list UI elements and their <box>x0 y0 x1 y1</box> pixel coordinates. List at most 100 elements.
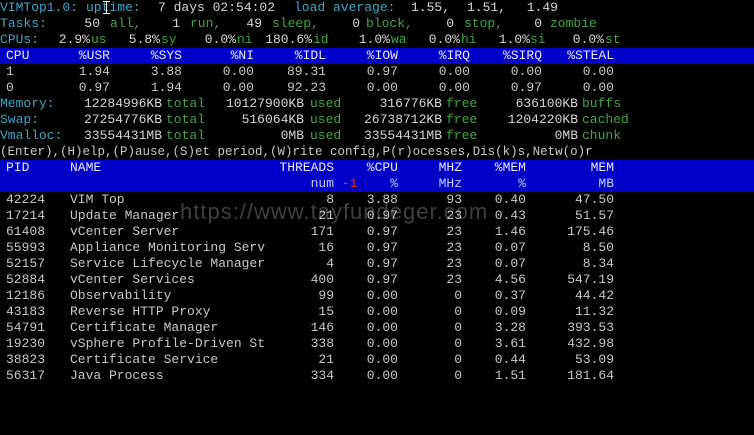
process-mem: 181.64 <box>567 368 614 383</box>
process-threads: 16 <box>318 240 334 255</box>
mhz-col-header[interactable]: MHZ <box>412 160 462 176</box>
process-threads: 146 <box>310 320 334 335</box>
sys-col-header: %SYS <box>150 48 182 63</box>
process-pid: 54791 <box>6 320 46 335</box>
memory-total: 12284996KB <box>83 96 162 111</box>
process-name: Appliance Monitoring Serv <box>70 240 266 255</box>
memory-used: 10127900KB <box>225 96 304 111</box>
process-mem-pct: 0.09 <box>494 304 526 319</box>
cpu-st-value: 0.0% <box>572 32 604 47</box>
mhz-unit: MHz <box>438 176 462 191</box>
process-row[interactable]: 52884 vCenter Services 400 0.97 23 4.56 547.19 <box>0 272 754 288</box>
process-row[interactable]: 54791 Certificate Manager 146 0.00 0 3.28 393.… <box>0 320 754 336</box>
cpu-ni: 0.00 <box>222 64 254 79</box>
cpu-col-header: CPU <box>6 48 30 63</box>
process-name: Java Process <box>70 368 164 383</box>
process-mem-pct: 4.56 <box>494 272 526 287</box>
memory-line: Memory: 12284996KB total 10127900KB used… <box>0 96 754 112</box>
process-row[interactable]: 38823 Certificate Service 21 0.00 0 0.44 53.09 <box>0 352 754 368</box>
tasks-all-count: 50 <box>84 16 100 31</box>
process-mem: 51.57 <box>574 208 614 223</box>
process-cpu: 0.00 <box>366 336 398 351</box>
process-mem-pct: 0.37 <box>494 288 526 303</box>
memory-total-label: total <box>166 96 206 111</box>
memory-free-label: free <box>446 96 478 111</box>
swap-total-label: total <box>166 112 206 127</box>
process-cpu: 0.00 <box>366 288 398 303</box>
cpu-col-header[interactable]: %CPU <box>348 160 398 176</box>
load-average-15: 1.49 <box>526 0 558 15</box>
mem-unit: MB <box>598 176 614 191</box>
process-mem: 44.42 <box>574 288 614 303</box>
process-mem-pct: 1.51 <box>494 368 526 383</box>
process-row[interactable]: 12186 Observability 99 0.00 0 0.37 44.42 <box>0 288 754 304</box>
load-average-label: load average: <box>294 0 396 15</box>
process-row[interactable]: 52157 Service Lifecycle Manager 4 0.97 23 0.0… <box>0 256 754 272</box>
cpu-id-label: id <box>313 32 329 47</box>
cpu-usr: 0.97 <box>78 80 110 95</box>
summary-uptime-line: VIMTop1.0: uptime: 7 days 02:54:02 load … <box>0 0 754 16</box>
mem-pct-col-header[interactable]: %MEM <box>476 160 526 176</box>
process-mem-pct: 0.07 <box>494 256 526 271</box>
process-row[interactable]: 56317 Java Process 334 0.00 0 1.51 181.64 <box>0 368 754 384</box>
process-threads: 99 <box>318 288 334 303</box>
ni-col-header: %NI <box>230 48 254 63</box>
name-col-header[interactable]: NAME <box>70 160 101 176</box>
swap-label: Swap: <box>0 112 40 127</box>
cpus-label: CPUs: <box>0 32 40 47</box>
pid-col-header[interactable]: PID <box>6 160 29 176</box>
memory-buffs-label: buffs <box>582 96 622 111</box>
tasks-run-label: run, <box>190 16 222 31</box>
process-mhz: 23 <box>446 240 462 255</box>
process-mem-pct: 1.46 <box>494 224 526 239</box>
process-cpu: 0.97 <box>366 240 398 255</box>
cpu-sys: 3.88 <box>150 64 182 79</box>
process-threads: 171 <box>310 224 334 239</box>
process-mem: 547.19 <box>567 272 614 287</box>
vmalloc-line: Vmalloc: 33554431MB total 0MB used 33554… <box>0 128 754 144</box>
tasks-all-label: all, <box>110 16 142 31</box>
process-mhz: 23 <box>446 224 462 239</box>
tasks-block-label: block, <box>366 16 413 31</box>
cpu-wa-value: 1.0% <box>358 32 390 47</box>
cpu-ni-value: 0.0% <box>204 32 236 47</box>
sort-indicator: -1 <box>342 176 358 191</box>
iow-col-header: %IOW <box>366 48 398 63</box>
uptime-value: 7 days 02:54:02 <box>158 0 276 15</box>
process-mhz: 0 <box>454 368 462 383</box>
load-average-5: 1.51, <box>466 0 506 15</box>
cpu-id-value: 180.6% <box>265 32 312 47</box>
uptime-label: uptime: <box>86 0 141 15</box>
process-mhz: 0 <box>454 288 462 303</box>
process-name: Update Manager <box>70 208 180 223</box>
threads-col-header[interactable]: THREADS <box>264 160 334 176</box>
swap-cached: 1204220KB <box>507 112 578 127</box>
process-pid: 61408 <box>6 224 46 239</box>
process-cpu: 0.00 <box>366 320 398 335</box>
process-name: vCenter Server <box>70 224 180 239</box>
cpu-sirq: 0.00 <box>510 64 542 79</box>
cpu-sirq: 0.97 <box>510 80 542 95</box>
mem-col-header[interactable]: MEM <box>564 160 614 176</box>
watermark: https://www.tayfundeger.com <box>180 199 489 224</box>
process-cpu: 0.97 <box>366 272 398 287</box>
cpu-ni-label: ni <box>237 32 253 47</box>
process-cpu: 0.00 <box>366 352 398 367</box>
vmalloc-chunk-label: chunk <box>582 128 622 143</box>
process-pid: 42224 <box>6 192 46 207</box>
process-mem-pct: 3.28 <box>494 320 526 335</box>
swap-line: Swap: 27254776KB total 516064KB used 267… <box>0 112 754 128</box>
process-row[interactable]: 61408 vCenter Server 171 0.97 23 1.46 175.46 <box>0 224 754 240</box>
tasks-block-count: 0 <box>352 16 360 31</box>
process-row[interactable]: 19230 vSphere Profile-Driven St 338 0.00 0 3.… <box>0 336 754 352</box>
process-mem: 8.34 <box>582 256 614 271</box>
cpu-sys: 1.94 <box>150 80 182 95</box>
process-row[interactable]: 55993 Appliance Monitoring Serv 16 0.97 23 0.… <box>0 240 754 256</box>
process-mem-pct: 0.07 <box>494 240 526 255</box>
vmalloc-total: 33554431MB <box>83 128 162 143</box>
summary-cpus-line: CPUs: 2.9% us 5.8% sy 0.0% ni 180.6% id … <box>0 32 754 48</box>
help-line: (Enter),(H)elp,(P)ause,(S)et period,(W)r… <box>0 145 593 159</box>
memory-buffs: 636100KB <box>515 96 578 111</box>
process-row[interactable]: 43183 Reverse HTTP Proxy 15 0.00 0 0.09 11.32 <box>0 304 754 320</box>
process-cpu: 0.97 <box>366 256 398 271</box>
